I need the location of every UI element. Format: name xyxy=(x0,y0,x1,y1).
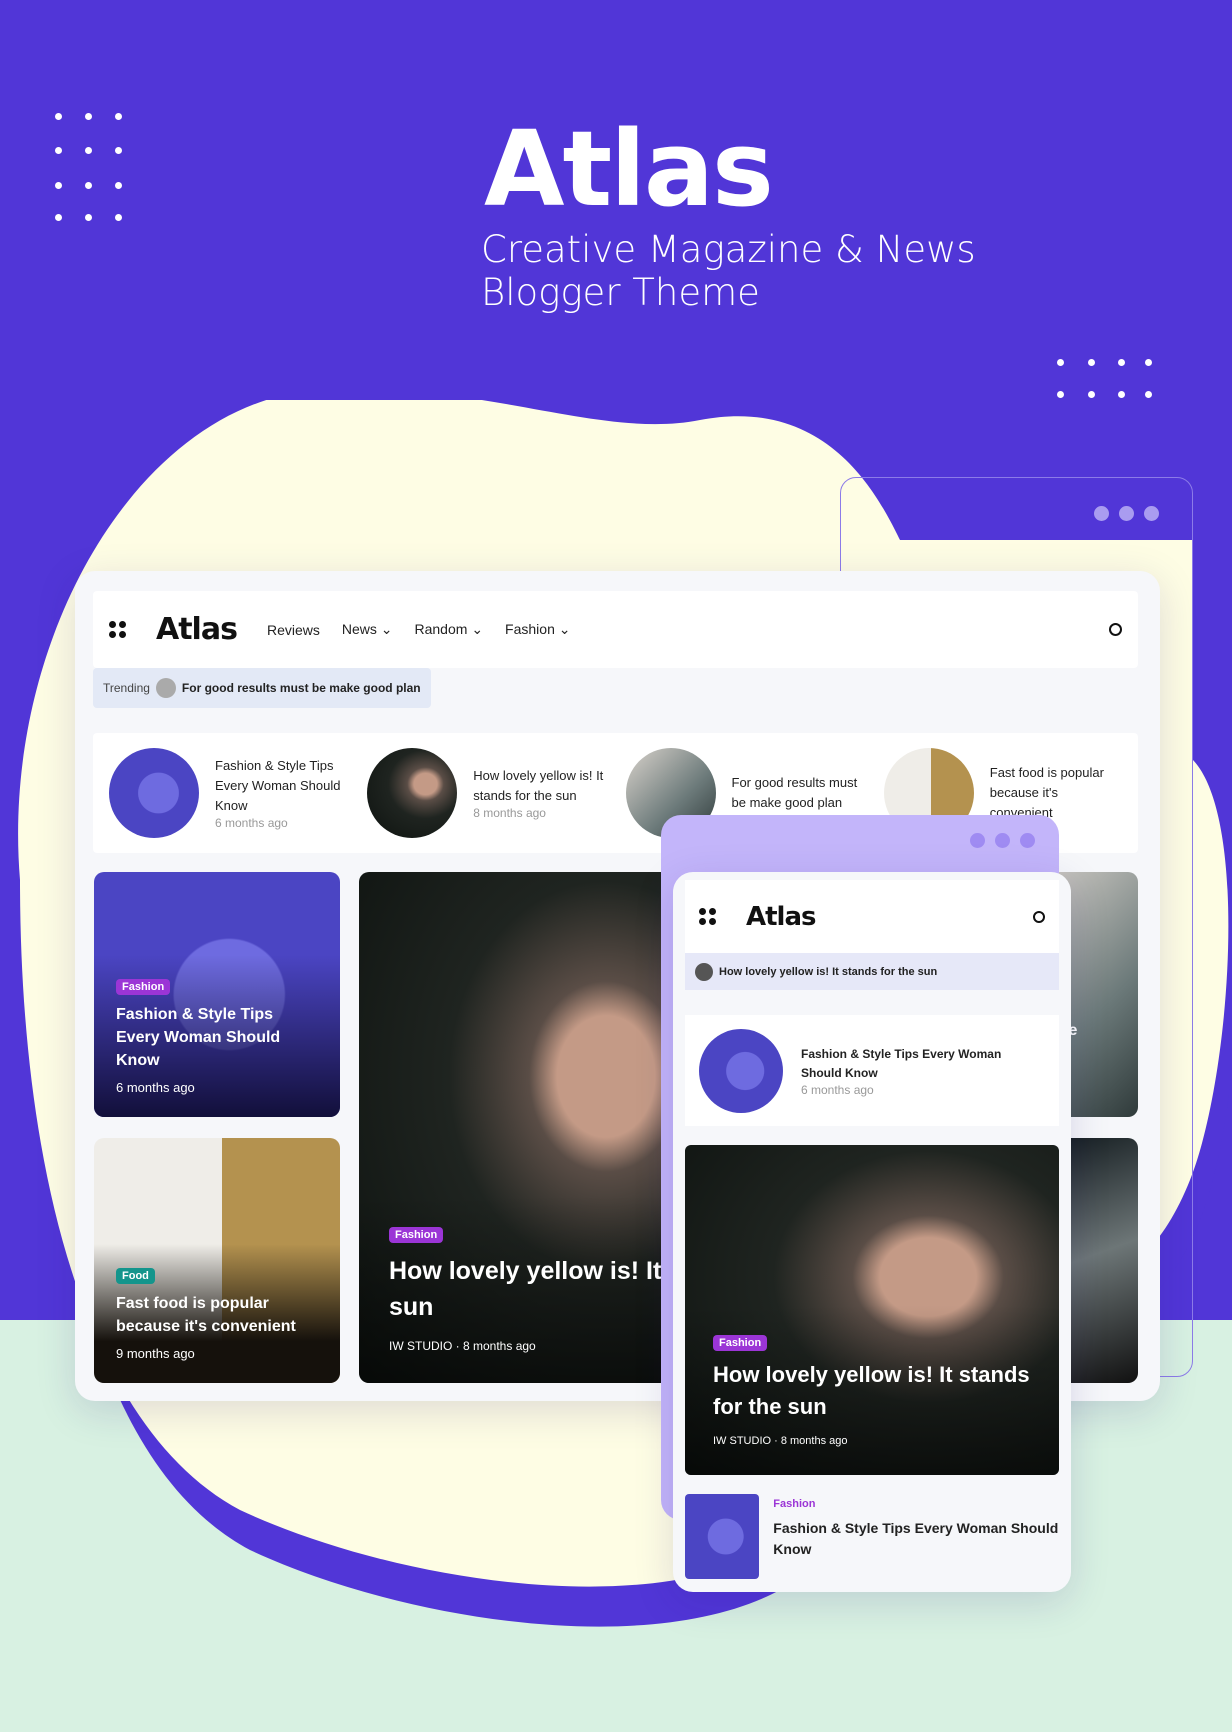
post-time: 8 months ago xyxy=(780,1435,848,1447)
menu-grid-icon[interactable] xyxy=(699,908,716,925)
post-title[interactable]: Fashion & Style Tips Every Woman Should … xyxy=(215,756,347,816)
chevron-down-icon: ⌄ xyxy=(558,621,571,637)
main-nav: Reviews News ⌄ Random ⌄ Fashion ⌄ xyxy=(267,621,571,638)
category-label[interactable]: Fashion xyxy=(773,1498,1059,1510)
mobile-mockup: Atlas How lovely yellow is! It stands fo… xyxy=(673,872,1071,1592)
trending-headline[interactable]: How lovely yellow is! It stands for the … xyxy=(719,966,937,978)
post-time: 8 months ago xyxy=(473,806,546,820)
post-title[interactable]: Fast food is popular because it's conven… xyxy=(990,763,1122,823)
search-icon[interactable] xyxy=(1033,910,1045,923)
menu-grid-icon[interactable] xyxy=(109,621,126,638)
chevron-down-icon: ⌄ xyxy=(380,621,393,637)
search-icon[interactable] xyxy=(1109,623,1122,636)
post-time: 8 months ago xyxy=(463,1339,536,1353)
nav-item-fashion[interactable]: Fashion ⌄ xyxy=(505,621,570,638)
category-tag[interactable]: Fashion xyxy=(389,1227,444,1243)
post-title[interactable]: Fashion & Style Tips Every Woman Should … xyxy=(773,1518,1059,1560)
category-tag[interactable]: Fashion xyxy=(713,1335,768,1351)
trending-thumbnail xyxy=(155,678,176,698)
list-item[interactable]: Fashion Fashion & Style Tips Every Woman … xyxy=(685,1494,1059,1580)
nav-item-news[interactable]: News ⌄ xyxy=(342,621,393,638)
trending-headline[interactable]: For good results must be make good plan xyxy=(182,681,421,695)
strip-item[interactable]: How lovely yellow is! It stands for the … xyxy=(367,747,605,839)
site-logo[interactable]: Atlas xyxy=(746,902,816,932)
hero-post-card[interactable]: Fashion How lovely yellow is! It stands f… xyxy=(685,1145,1059,1475)
post-thumbnail xyxy=(685,1494,760,1579)
tagline: Creative Magazine & News Blogger Theme xyxy=(481,228,976,314)
post-time: 6 months ago xyxy=(215,816,288,830)
trending-label: Trending xyxy=(103,681,150,695)
category-tag[interactable]: Fashion xyxy=(116,979,171,995)
trending-bar[interactable]: How lovely yellow is! It stands for the … xyxy=(685,953,1059,990)
trending-bar[interactable]: Trending For good results must be make g… xyxy=(93,668,431,708)
post-thumbnail xyxy=(699,1028,783,1113)
post-thumbnail xyxy=(109,748,199,838)
post-time: 6 months ago xyxy=(801,1082,874,1097)
tagline-line-1: Creative Magazine & News xyxy=(481,228,976,271)
post-card[interactable]: Food Fast food is popular because it's co… xyxy=(94,1138,340,1383)
nav-item-reviews[interactable]: Reviews xyxy=(267,622,320,638)
brand-logo: Atlas xyxy=(484,108,774,230)
card-time: 6 months ago xyxy=(116,1080,195,1095)
chevron-down-icon: ⌄ xyxy=(471,621,484,637)
trending-thumbnail xyxy=(695,962,713,981)
post-card[interactable]: Fashion Fashion & Style Tips Every Woman … xyxy=(94,872,340,1117)
author[interactable]: IW STUDIO xyxy=(389,1339,452,1353)
card-title[interactable]: Fashion & Style Tips Every Woman Should … xyxy=(116,1003,318,1072)
post-thumbnail xyxy=(367,748,458,838)
post-title[interactable]: How lovely yellow is! It stands for the … xyxy=(473,766,605,806)
window-dots-icon xyxy=(970,833,1035,848)
category-tag[interactable]: Food xyxy=(116,1268,155,1284)
site-logo[interactable]: Atlas xyxy=(156,612,238,647)
strip-item[interactable]: Fashion & Style Tips Every Woman Should … xyxy=(109,747,347,839)
author[interactable]: IW STUDIO xyxy=(713,1435,771,1447)
mobile-header: Atlas xyxy=(685,880,1059,953)
hero-title[interactable]: How lovely yellow is! It sun xyxy=(389,1253,689,1325)
nav-item-random[interactable]: Random ⌄ xyxy=(415,621,484,638)
desktop-navbar: Atlas Reviews News ⌄ Random ⌄ Fashion ⌄ xyxy=(93,591,1138,668)
post-title[interactable]: Fashion & Style Tips Every Woman Should … xyxy=(801,1045,1045,1083)
post-title[interactable]: For good results must be make good plan xyxy=(732,773,864,813)
hero-title[interactable]: How lovely yellow is! It stands for the … xyxy=(713,1359,1031,1423)
tagline-line-2: Blogger Theme xyxy=(481,271,760,314)
strip-item[interactable]: Fashion & Style Tips Every Woman Should … xyxy=(685,1015,1059,1126)
window-dots-icon xyxy=(1094,506,1159,521)
card-time: 9 months ago xyxy=(116,1346,195,1361)
card-title[interactable]: Fast food is popular because it's conven… xyxy=(116,1292,318,1338)
